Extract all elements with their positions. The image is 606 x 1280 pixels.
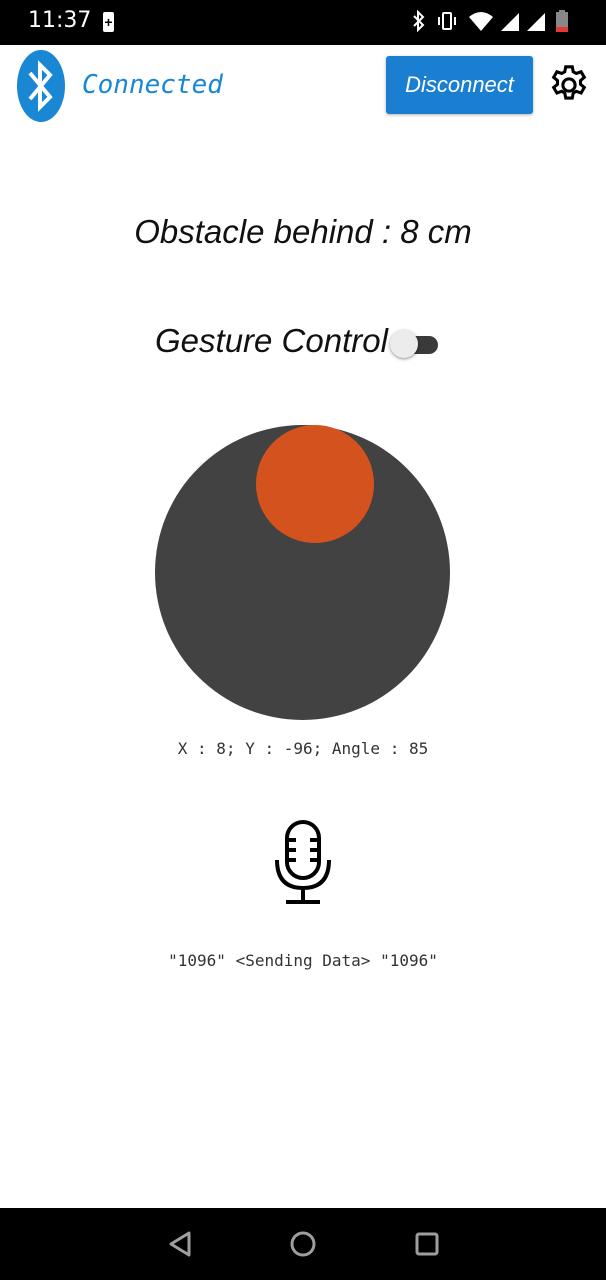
- navigation-bar: [0, 1208, 606, 1280]
- gesture-control-toggle[interactable]: [390, 329, 438, 359]
- toggle-thumb: [390, 330, 418, 358]
- bluetooth-icon: [413, 10, 425, 32]
- back-icon[interactable]: [167, 1230, 193, 1258]
- wifi-icon: [469, 12, 493, 31]
- gesture-control-label: Gesture Control: [155, 322, 388, 359]
- gear-icon[interactable]: [546, 62, 592, 108]
- vibrate-icon: [438, 12, 456, 30]
- battery-saver-icon: [103, 12, 114, 32]
- joystick-knob[interactable]: [256, 425, 374, 543]
- connection-status: Connected: [82, 70, 223, 100]
- data-status: "1096" <Sending Data> "1096": [168, 951, 438, 970]
- signal-icon: [527, 13, 545, 31]
- microphone-icon[interactable]: [270, 818, 336, 906]
- disconnect-button[interactable]: Disconnect: [386, 56, 533, 114]
- status-bar: 11:37: [0, 0, 606, 45]
- home-icon[interactable]: [289, 1230, 317, 1258]
- battery-icon: [556, 10, 568, 32]
- joystick-readout: X : 8; Y : -96; Angle : 85: [177, 739, 429, 758]
- status-time: 11:37: [28, 8, 92, 33]
- status-icons: [412, 10, 582, 36]
- bluetooth-logo-icon: [17, 50, 65, 122]
- obstacle-distance: Obstacle behind : 8 cm: [134, 213, 472, 250]
- recents-icon[interactable]: [414, 1230, 440, 1258]
- signal-icon: [501, 13, 519, 31]
